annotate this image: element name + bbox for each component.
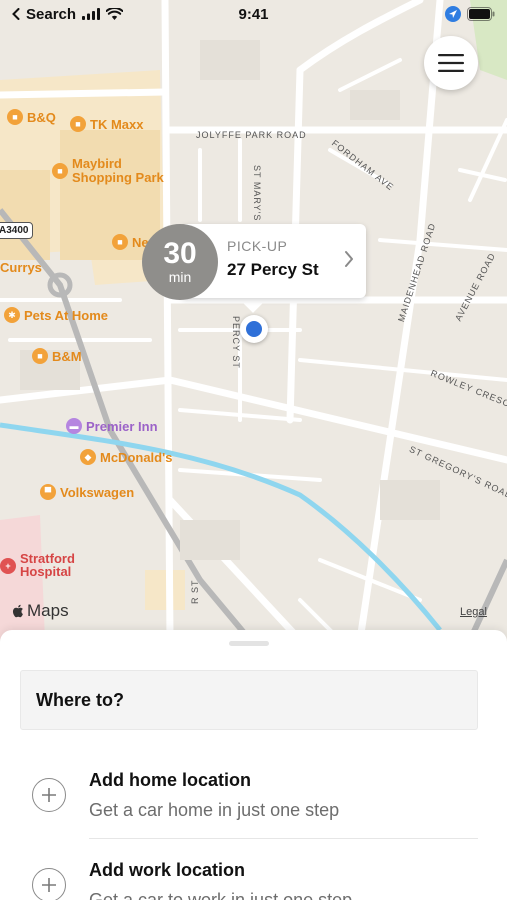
eta-unit: min xyxy=(168,269,192,285)
poi-label: Maybird Shopping Park xyxy=(72,156,164,185)
bottom-sheet[interactable]: Where to? Add home location Get a car ho… xyxy=(0,630,507,900)
menu-button[interactable] xyxy=(424,36,478,90)
add-home-location-row[interactable]: Add home location Get a car home in just… xyxy=(0,758,507,838)
poi-currys[interactable]: Currys xyxy=(0,260,42,275)
poi-label: Currys xyxy=(0,260,42,275)
legal-link[interactable]: Legal xyxy=(460,606,487,618)
poi-bm[interactable]: ■ B&M xyxy=(32,348,82,364)
chevron-right-icon xyxy=(345,251,353,267)
food-icon: ◆ xyxy=(80,449,96,465)
poi-label: Pets At Home xyxy=(24,307,109,323)
poi-label: TK Maxx xyxy=(90,116,144,132)
poi-maybird[interactable]: ■ Maybird Shopping Park xyxy=(52,157,164,185)
street-label: R ST xyxy=(190,579,200,604)
eta-badge: 30 min xyxy=(142,224,218,300)
poi-stratford-hospital[interactable]: + Stratford Hospital xyxy=(0,552,75,578)
poi-label: B&Q xyxy=(27,109,56,125)
hospital-icon: + xyxy=(0,558,16,574)
eta-value: 30 xyxy=(163,237,197,270)
poi-volkswagen[interactable]: ▀ Volkswagen xyxy=(40,484,134,500)
location-services-icon xyxy=(445,6,461,22)
cellular-signal-icon xyxy=(82,8,101,20)
poi-next[interactable]: ■ Ne xyxy=(112,234,149,250)
poi-bq[interactable]: ■ B&Q xyxy=(7,109,56,125)
apple-maps-logo: Maps xyxy=(12,601,69,621)
destination-search-field[interactable]: Where to? xyxy=(20,670,478,730)
add-work-location-row[interactable]: Add work location Get a car to work in j… xyxy=(0,848,507,900)
poi-tkmaxx[interactable]: ■ TK Maxx xyxy=(70,116,143,132)
plus-icon xyxy=(32,778,66,812)
poi-mcdonalds[interactable]: ◆ McDonald's xyxy=(80,449,172,465)
shopping-icon: ■ xyxy=(52,163,68,179)
poi-premier-inn[interactable]: ▬ Premier Inn xyxy=(66,418,158,434)
row-title: Add home location xyxy=(89,770,251,790)
wifi-icon xyxy=(106,8,124,20)
hamburger-menu-icon xyxy=(438,54,464,72)
row-subtitle: Get a car to work in just one step xyxy=(89,890,353,900)
status-bar: Search 9:41 xyxy=(0,0,507,28)
street-label: Percy St xyxy=(231,316,241,369)
row-subtitle: Get a car home in just one step xyxy=(89,800,340,820)
car-icon: ▀ xyxy=(40,484,56,500)
map-view[interactable]: A3400 ■ B&Q ■ TK Maxx ■ Maybird Shopping Pa… xyxy=(0,0,507,640)
road-number-badge: A3400 xyxy=(0,222,34,239)
poi-label: Premier Inn xyxy=(86,418,158,434)
poi-label: Stratford Hospital xyxy=(20,551,75,579)
shopping-icon: ■ xyxy=(112,234,128,250)
shopping-icon: ■ xyxy=(32,348,48,364)
street-label: Jolyffe Park Road xyxy=(196,130,307,140)
plus-icon xyxy=(32,868,66,900)
shopping-icon: ■ xyxy=(70,116,86,132)
poi-label: B&M xyxy=(52,348,82,364)
poi-label: Volkswagen xyxy=(60,484,135,500)
back-to-app[interactable]: Search xyxy=(12,5,124,23)
maps-label: Maps xyxy=(27,601,69,620)
location-pin[interactable] xyxy=(240,315,268,343)
status-time: 9:41 xyxy=(238,5,269,23)
shopping-icon: ■ xyxy=(7,109,23,125)
poi-label: McDonald's xyxy=(100,449,173,465)
bed-icon: ▬ xyxy=(66,418,82,434)
sheet-drag-handle[interactable] xyxy=(229,641,269,646)
apple-logo-icon xyxy=(12,604,23,618)
back-chevron-icon xyxy=(12,8,20,20)
back-label: Search xyxy=(26,5,77,23)
battery-icon xyxy=(467,7,495,21)
poi-pets-at-home[interactable]: ✱ Pets At Home xyxy=(4,307,108,323)
row-title: Add work location xyxy=(89,860,246,880)
row-divider xyxy=(89,838,478,839)
paw-icon: ✱ xyxy=(4,307,20,323)
